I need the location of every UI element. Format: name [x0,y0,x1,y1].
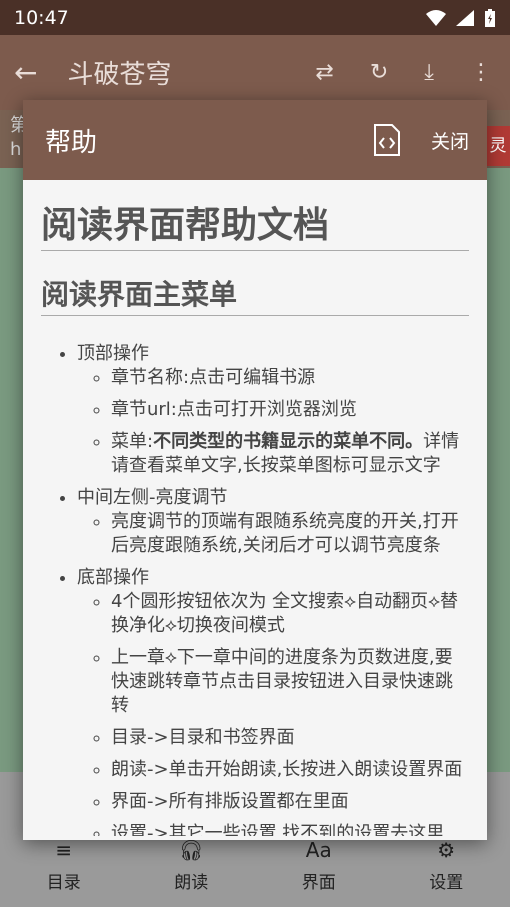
list-item: 朗读->单击开始朗读,长按进入朗读设置界面 [111,758,469,782]
list-item: 中间左侧-亮度调节 亮度调节的顶端有跟随系统亮度的开关,打开后亮度跟随系统,关闭… [77,486,469,558]
dialog-header: 帮助 关闭 [23,100,487,180]
help-list: 顶部操作 章节名称:点击可编辑书源 章节url:点击可打开浏览器浏览 菜单:不同… [41,342,469,836]
list-item: 章节url:点击可打开浏览器浏览 [111,398,469,422]
help-content[interactable]: 阅读界面帮助文档 阅读界面主菜单 顶部操作 章节名称:点击可编辑书源 章节url… [23,180,487,836]
source-badge: 灵 [486,126,510,166]
shuffle-icon[interactable]: ⇄ [315,60,333,85]
list-item: 4个圆形按钮依次为 全文搜索⟡自动翻页⟡替换净化⟡切换夜间模式 [111,590,469,638]
list-item: 界面->所有排版设置都在里面 [111,790,469,814]
help-dialog: 帮助 关闭 阅读界面帮助文档 阅读界面主菜单 顶部操作 章节名称:点击可编辑书源… [23,100,487,840]
list-item: 底部操作 4个圆形按钮依次为 全文搜索⟡自动翻页⟡替换净化⟡切换夜间模式 上一章… [77,566,469,836]
list-item: 章节名称:点击可编辑书源 [111,366,469,390]
bottom-nav: ≡ 目录 🎧︎ 朗读 Aa 界面 ⚙ 设置 [0,838,510,907]
status-time: 10:47 [14,6,69,29]
nav-interface[interactable]: Aa 界面 [264,838,374,907]
book-title[interactable]: 斗破苍穹 [67,54,315,91]
list-item: 亮度调节的顶端有跟随系统亮度的开关,打开后亮度跟随系统,关闭后才可以调节亮度条 [111,510,469,558]
help-heading: 阅读界面帮助文档 [41,196,469,251]
headphones-icon: 🎧︎ [178,838,204,862]
nav-settings[interactable]: ⚙ 设置 [391,838,501,907]
list-item: 菜单:不同类型的书籍显示的菜单不同。详情请查看菜单文字,长按菜单图标可显示文字 [111,430,469,478]
list-item: 顶部操作 章节名称:点击可编辑书源 章节url:点击可打开浏览器浏览 菜单:不同… [77,342,469,478]
reader-app-bar: ← 斗破苍穹 ⇄ ↻ ⤓ ⋮ [0,35,510,110]
close-button[interactable]: 关闭 [431,127,469,154]
nav-read-aloud[interactable]: 🎧︎ 朗读 [136,838,246,907]
arrow-left-icon[interactable]: ← [14,56,37,89]
gear-icon: ⚙ [437,838,456,862]
more-vert-icon[interactable]: ⋮ [470,60,492,85]
list-item: 上一章⟡下一章中间的进度条为页数进度,要快速跳转章节点击目录按钮进入目录快速跳转 [111,646,469,718]
download-icon[interactable]: ⤓ [424,60,434,85]
nav-catalog[interactable]: ≡ 目录 [9,838,119,907]
status-bar: 10:47 [0,0,510,35]
list-item: 目录->目录和书签界面 [111,726,469,750]
dialog-title: 帮助 [45,127,98,158]
signal-icon [456,9,474,26]
wifi-icon [426,9,446,26]
battery-icon [485,8,495,27]
list-icon: ≡ [55,838,73,862]
font-size-icon: Aa [305,838,332,862]
refresh-icon[interactable]: ↻ [370,60,388,85]
help-subheading: 阅读界面主菜单 [41,273,469,316]
list-item: 设置->其它一些设置,找不到的设置去这里 [111,822,469,836]
code-file-icon[interactable] [373,124,401,156]
